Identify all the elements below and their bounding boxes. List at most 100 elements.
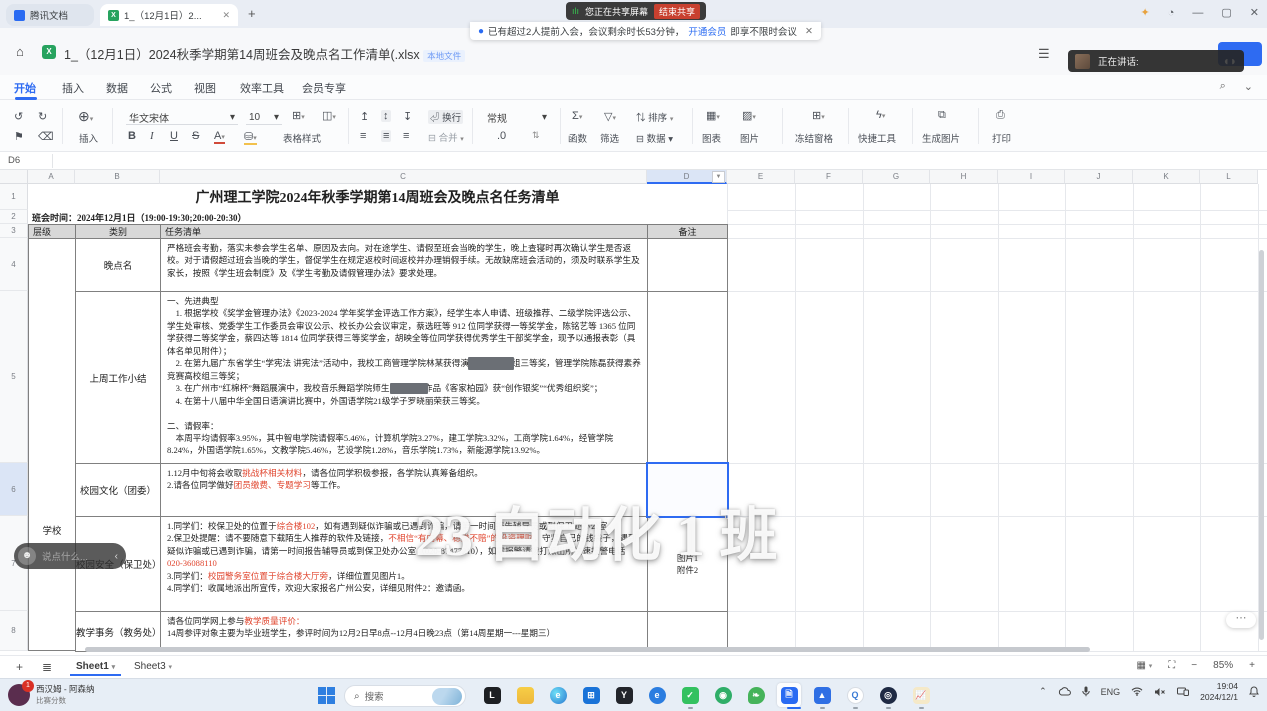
chart-icon[interactable]: ▦▾ bbox=[706, 109, 720, 122]
data-button[interactable]: ⊟ 数据 ▾ bbox=[636, 131, 673, 145]
menu-icon[interactable]: ☰ bbox=[1038, 46, 1050, 62]
col-header-L[interactable]: L bbox=[1200, 170, 1258, 184]
zoom-out-button[interactable]: − bbox=[1191, 660, 1197, 671]
hidden-icons-chevron[interactable]: ⌃ bbox=[1039, 686, 1047, 697]
cloud-icon[interactable] bbox=[1058, 687, 1071, 696]
minimize-button[interactable]: — bbox=[1192, 7, 1203, 19]
taskbar-app-dark-circle[interactable]: ◎ bbox=[876, 683, 900, 707]
header-remark-cell[interactable]: 备注 bbox=[647, 224, 728, 239]
row-header-8[interactable]: 8 bbox=[0, 611, 28, 651]
home-icon[interactable]: ⌂ bbox=[16, 44, 24, 59]
merge-cells-button[interactable]: ⊟ 合并 ▾ bbox=[428, 130, 464, 144]
meeting-chat-overlay[interactable]: ☻ 说点什么... ‹ bbox=[14, 543, 126, 569]
taskbar-app-green-check[interactable]: ✓ bbox=[678, 683, 702, 707]
more-options-pill[interactable]: ⋯ bbox=[1226, 612, 1256, 628]
select-all-corner[interactable] bbox=[0, 170, 28, 184]
col-header-H[interactable]: H bbox=[930, 170, 998, 184]
table-style-label[interactable]: 表格样式 bbox=[283, 131, 321, 145]
collapse-chat-icon[interactable]: ‹ bbox=[115, 551, 118, 562]
tab-home-ribbon[interactable]: 开始 bbox=[14, 80, 36, 96]
function-label[interactable]: 函数 bbox=[568, 131, 587, 145]
sheet-list-icon[interactable]: ≣ bbox=[42, 660, 52, 674]
col-header-E[interactable]: E bbox=[727, 170, 795, 184]
chat-placeholder[interactable]: 说点什么... bbox=[42, 549, 109, 563]
volume-muted-icon[interactable] bbox=[1154, 687, 1166, 697]
microsoft-store-icon[interactable]: ⊞ bbox=[579, 683, 603, 707]
col-header-K[interactable]: K bbox=[1133, 170, 1200, 184]
sort-button[interactable]: ⇅ 排序 ▾ bbox=[636, 110, 673, 124]
tab-efficiency-tools[interactable]: 效率工具 bbox=[240, 80, 284, 96]
view-mode-icon[interactable]: ▦ ▾ bbox=[1137, 660, 1153, 671]
sum-icon[interactable]: Σ▾ bbox=[572, 110, 582, 122]
taskbar-app-green-circle[interactable]: ◉ bbox=[711, 683, 735, 707]
profile-icon[interactable]: ◔ bbox=[1168, 7, 1175, 19]
sheet-tab-sheet1[interactable]: Sheet1 ▾ bbox=[70, 659, 121, 676]
notice-close-icon[interactable]: ✕ bbox=[805, 26, 813, 37]
extension-icon[interactable]: ✦ bbox=[1141, 6, 1150, 19]
decimal-stepper[interactable]: ⇅ bbox=[532, 130, 540, 141]
upgrade-member-link[interactable]: 开通会员 bbox=[688, 24, 726, 38]
taskbar-app-dark[interactable]: L bbox=[480, 683, 504, 707]
collapse-ribbon-icon[interactable]: ⌄ bbox=[1244, 80, 1253, 93]
filter-icon[interactable]: ▽▾ bbox=[604, 110, 616, 123]
wrap-text-button[interactable]: ⏎ 换行 bbox=[428, 110, 463, 124]
underline-icon[interactable]: U bbox=[170, 130, 178, 142]
fill-color-icon[interactable]: ⛁▾ bbox=[244, 130, 257, 145]
clock[interactable]: 19:042024/12/1 bbox=[1200, 681, 1238, 702]
row-header-5[interactable]: 5 bbox=[0, 291, 28, 463]
vertical-scrollbar[interactable] bbox=[1259, 250, 1264, 640]
col-header-B[interactable]: B bbox=[75, 170, 160, 184]
header-category-cell[interactable]: 类别 bbox=[75, 224, 161, 239]
task-cell-r4[interactable]: 严格班会考勤，落实未参会学生名单、原因及去向。对在途学生、请假至班会当晚的学生，… bbox=[160, 238, 648, 292]
tab-close-icon[interactable]: ✕ bbox=[222, 10, 230, 21]
align-top-icon[interactable]: ↥ bbox=[360, 110, 369, 123]
quick-tools-label[interactable]: 快捷工具 bbox=[858, 131, 896, 145]
row-header-4[interactable]: 4 bbox=[0, 238, 28, 291]
spreadsheet-grid[interactable]: A B C D E F G H I J K L ▼ 1 2 3 4 5 6 7 … bbox=[0, 170, 1267, 655]
close-button[interactable]: ✕ bbox=[1250, 6, 1259, 19]
picture-label[interactable]: 图片 bbox=[740, 131, 759, 145]
italic-icon[interactable]: I bbox=[150, 130, 154, 142]
sheet-title-cell[interactable]: 广州理工学院2024年秋季学期第14周班会及晚点名任务清单 bbox=[28, 184, 727, 210]
taskbar-app-blue-e[interactable]: e bbox=[645, 683, 669, 707]
tab-view[interactable]: 视图 bbox=[194, 80, 216, 96]
insert-cells-icon[interactable]: ⊕▾ bbox=[78, 108, 93, 125]
borders-icon[interactable]: ⊞▾ bbox=[292, 109, 305, 122]
category-cell-r4[interactable]: 晚点名 bbox=[75, 238, 161, 292]
category-cell-r5[interactable]: 上周工作小结 bbox=[75, 291, 161, 464]
row-header-3[interactable]: 3 bbox=[0, 224, 28, 238]
header-level-cell[interactable]: 层级 bbox=[28, 224, 76, 239]
format-painter-icon[interactable]: ⚑ bbox=[14, 130, 24, 143]
new-tab-button[interactable]: + bbox=[248, 6, 256, 21]
strikethrough-icon[interactable]: S bbox=[192, 130, 199, 142]
maximize-button[interactable]: ▢ bbox=[1221, 6, 1231, 19]
taskbar-app-y[interactable]: Y bbox=[612, 683, 636, 707]
emoji-icon[interactable]: ☻ bbox=[18, 547, 36, 565]
level-merged-cell[interactable]: 学校 bbox=[28, 238, 76, 651]
bold-icon[interactable]: B bbox=[128, 130, 136, 142]
weather-widget-thumbnail[interactable] bbox=[432, 688, 462, 705]
search-icon[interactable]: ⌕ bbox=[1220, 80, 1226, 93]
category-cell-r8[interactable]: 教学事务（教务处） bbox=[75, 611, 161, 652]
align-right-icon[interactable]: ≡ bbox=[403, 130, 409, 142]
print-icon[interactable]: ⎙ bbox=[996, 109, 1005, 122]
zoom-level[interactable]: 85% bbox=[1213, 660, 1233, 671]
zoom-in-button[interactable]: + bbox=[1249, 660, 1255, 671]
horizontal-scrollbar[interactable] bbox=[85, 647, 1090, 652]
quick-tools-icon[interactable]: ϟ▾ bbox=[876, 109, 885, 121]
freeze-panes-icon[interactable]: ⊞▾ bbox=[812, 109, 825, 122]
language-indicator[interactable]: ENG bbox=[1101, 687, 1121, 697]
row-header-1[interactable]: 1 bbox=[0, 184, 28, 210]
insert-label[interactable]: 插入 bbox=[79, 131, 98, 145]
print-label[interactable]: 打印 bbox=[992, 131, 1011, 145]
align-left-icon[interactable]: ≡ bbox=[360, 130, 366, 142]
taskbar-search[interactable]: ⌕ 搜索 bbox=[344, 685, 466, 707]
browser-tab-tencent-docs[interactable]: 腾讯文档 bbox=[6, 4, 94, 26]
generate-image-label[interactable]: 生成图片 bbox=[922, 131, 960, 145]
sheet-tab-sheet3[interactable]: Sheet3 ▾ bbox=[128, 659, 178, 674]
microphone-icon[interactable] bbox=[1082, 686, 1090, 697]
undo-icon[interactable]: ↺ bbox=[14, 110, 23, 123]
chart-label[interactable]: 图表 bbox=[702, 131, 721, 145]
row-header-6[interactable]: 6 bbox=[0, 463, 28, 516]
align-center-icon[interactable]: ≡ bbox=[381, 130, 391, 142]
